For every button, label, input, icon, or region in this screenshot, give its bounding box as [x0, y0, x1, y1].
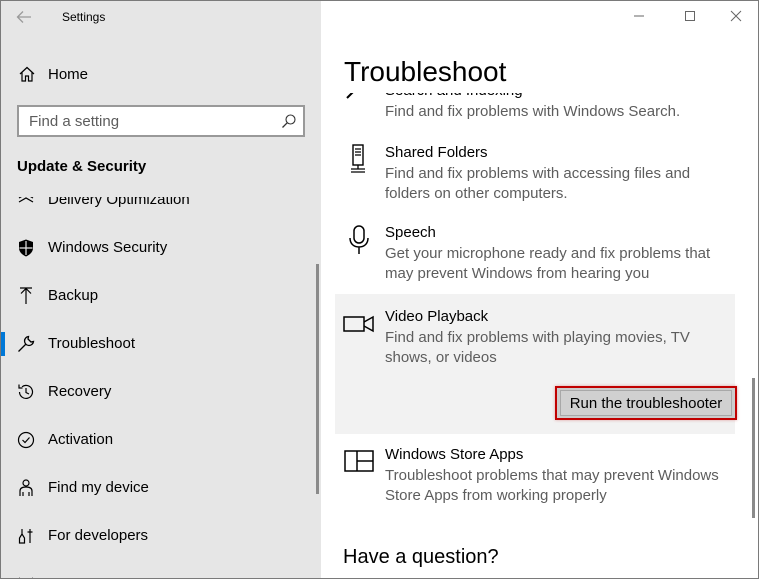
sidebar-item-label: For developers: [48, 527, 149, 544]
video-camera-icon: [343, 315, 374, 333]
scroll-clip-mask: [321, 88, 759, 93]
sidebar-item-for-developers[interactable]: For developers: [0, 516, 321, 556]
sidebar: Settings Home Update & Security Delivery…: [0, 0, 321, 579]
sidebar-item-label: Find my device: [48, 479, 149, 496]
shared-folders-icon: [351, 144, 365, 173]
app-title: Settings: [62, 10, 106, 24]
check-circle-icon: [17, 431, 35, 449]
close-icon: [730, 10, 742, 22]
sidebar-item-troubleshoot[interactable]: Troubleshoot: [0, 324, 321, 364]
page-title: Troubleshoot: [344, 56, 507, 87]
sidebar-scrollbar[interactable]: [316, 264, 319, 494]
main-content: Troubleshoot Search and Indexing Find an…: [321, 0, 759, 579]
troubleshooter-video-playback[interactable]: Video Playback Find and fix problems wit…: [335, 294, 737, 434]
section-title: Update & Security: [17, 158, 147, 175]
sidebar-item-backup[interactable]: Backup: [0, 276, 321, 316]
active-indicator: [0, 332, 5, 356]
sidebar-item-windows-security[interactable]: Windows Security: [0, 228, 321, 268]
troubleshooter-description: Find and fix problems with Windows Searc…: [385, 103, 681, 120]
scroll-clip-mask: [0, 180, 321, 197]
close-button[interactable]: [713, 0, 759, 32]
back-arrow-icon: [16, 11, 31, 23]
developer-tools-icon: [18, 529, 33, 544]
sidebar-item-recovery[interactable]: Recovery: [0, 372, 321, 412]
main-scrollbar[interactable]: [752, 378, 755, 518]
troubleshooter-name: Shared Folders: [385, 144, 488, 161]
search-box[interactable]: [17, 105, 305, 137]
sidebar-home[interactable]: Home: [0, 58, 321, 90]
troubleshooter-speech[interactable]: Speech Get your microphone ready and fix…: [335, 224, 735, 284]
windows-insider-icon: [18, 577, 34, 579]
minimize-icon: [634, 15, 644, 17]
microphone-icon: [349, 225, 369, 254]
troubleshooter-description: Get your microphone ready and fix proble…: [385, 245, 711, 282]
have-a-question-heading: Have a question?: [343, 546, 499, 568]
home-label: Home: [48, 66, 89, 83]
sidebar-item-activation[interactable]: Activation: [0, 420, 321, 460]
recovery-history-icon: [18, 384, 34, 400]
search-icon[interactable]: [281, 113, 297, 129]
store-apps-icon: [344, 450, 374, 472]
troubleshooter-description: Troubleshoot problems that may prevent W…: [385, 467, 719, 504]
sidebar-item-label: Windows Security: [48, 239, 168, 256]
troubleshooter-name: Speech: [385, 224, 436, 241]
back-button[interactable]: [10, 4, 38, 30]
sidebar-item-windows-insider[interactable]: [0, 564, 321, 579]
troubleshooter-shared-folders[interactable]: Shared Folders Find and fix problems wit…: [335, 144, 735, 204]
troubleshooter-list: Search and Indexing Find and fix problem…: [321, 88, 759, 579]
sidebar-item-find-my-device[interactable]: Find my device: [0, 468, 321, 508]
person-location-icon: [19, 479, 33, 496]
troubleshooter-description: Find and fix problems with playing movie…: [385, 329, 690, 366]
run-troubleshooter-button[interactable]: Run the troubleshooter: [555, 386, 737, 420]
shield-icon: [19, 239, 33, 257]
troubleshooter-search-indexing[interactable]: Search and Indexing Find and fix problem…: [335, 88, 735, 122]
maximize-button[interactable]: [667, 0, 713, 32]
troubleshooter-name: Windows Store Apps: [385, 446, 524, 463]
search-input[interactable]: [29, 112, 279, 130]
sidebar-item-label: Troubleshoot: [48, 335, 135, 352]
sidebar-item-label: Backup: [48, 287, 99, 304]
backup-arrow-icon: [20, 287, 32, 304]
wrench-icon: [18, 335, 35, 352]
troubleshooter-windows-store-apps[interactable]: Windows Store Apps Troubleshoot problems…: [335, 446, 735, 506]
sidebar-item-label: Activation: [48, 431, 114, 448]
run-troubleshooter-label: Run the troubleshooter: [560, 390, 732, 416]
sidebar-item-label: Recovery: [48, 383, 112, 400]
home-icon: [19, 66, 35, 82]
maximize-icon: [685, 11, 695, 21]
minimize-button[interactable]: [616, 0, 662, 32]
troubleshooter-name: Video Playback: [385, 308, 489, 325]
troubleshooter-description: Find and fix problems with accessing fil…: [385, 165, 691, 202]
